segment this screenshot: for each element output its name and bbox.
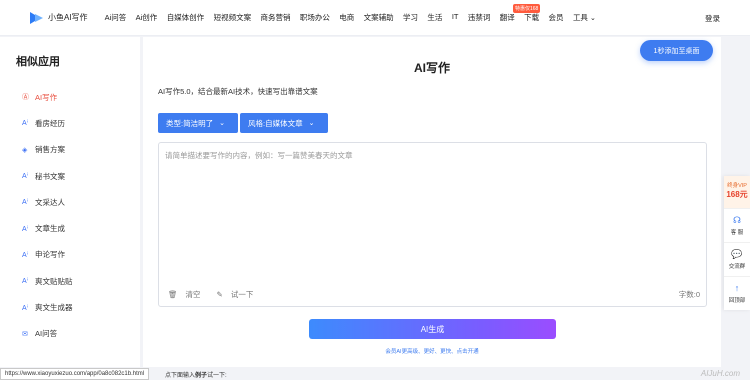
try-button[interactable]: ✎ 试一下 — [217, 289, 262, 300]
logo-icon — [30, 11, 44, 25]
headset-icon: ☊ — [733, 215, 741, 225]
status-url: https://www.xiaoyuxiezuo.com/app/0a8c082… — [0, 368, 150, 380]
back-to-top-button[interactable]: ↑ 回顶部 — [724, 276, 750, 310]
top-nav: 小鱼AI写作 Ai问答 Ai创作 自媒体创作 短视频文案 商务营销 职场办公 电… — [0, 0, 750, 36]
nav-item-study[interactable]: 学习 — [403, 12, 418, 23]
sidebar-item-ai-writing[interactable]: Ⓐ AI写作 — [22, 84, 73, 110]
watermark: AIJuH.com — [700, 369, 740, 378]
sidebar-item-sales-plan[interactable]: ◈ 销售方案 — [22, 137, 73, 163]
nav-item-member[interactable]: 会员 — [549, 12, 564, 23]
sidebar-item-secretary[interactable]: Aⁱ 秘书文案 — [22, 163, 73, 189]
similar-apps-sidebar: 相似应用 Ⓐ AI写作 Aⁱ 看房经历 ◈ 销售方案 Aⁱ 秘书文案 Aⁱ 文采达人 Aⁱ… — [0, 37, 140, 367]
prompt-placeholder: 请简单描述要写作的内容，例如：写一篇赞美春天的文章 — [165, 151, 353, 160]
chat-bubble-icon: 💬 — [731, 249, 743, 259]
ai-spark-icon: Aⁱ — [22, 278, 28, 286]
ai-generate-button[interactable]: AI生成 — [309, 319, 556, 339]
ai-circle-icon: Ⓐ — [22, 94, 29, 102]
sidebar-item-article-gen[interactable]: Aⁱ 文章生成 — [22, 215, 73, 241]
sidebar-item-ai-qa[interactable]: ✉ AI问答 — [22, 321, 73, 347]
logo[interactable]: 小鱼AI写作 — [30, 11, 88, 25]
ai-spark-icon: Aⁱ — [22, 120, 28, 128]
nav-item-ecommerce[interactable]: 电商 — [339, 12, 354, 23]
login-link[interactable]: 登录 — [705, 13, 720, 24]
nav-item-marketing[interactable]: 商务营销 — [260, 12, 290, 23]
sidebar-list: Ⓐ AI写作 Aⁱ 看房经历 ◈ 销售方案 Aⁱ 秘书文案 Aⁱ 文采达人 Aⁱ 文章生成 … — [22, 84, 73, 347]
customer-service-button[interactable]: ☊ 客 服 — [724, 208, 750, 242]
pen-icon: ✎ — [216, 290, 223, 299]
sidebar-item-shuangwen-gen[interactable]: Aⁱ 爽文生成器 — [22, 294, 73, 320]
group-button[interactable]: 💬 交流群 — [724, 242, 750, 276]
arrow-up-icon: ↑ — [734, 283, 740, 293]
nav-item-download[interactable]: 下载 — [524, 12, 539, 23]
member-promo-badge: 特惠仅168 — [513, 4, 541, 13]
type-dropdown-label: 类型:简洁明了 — [166, 118, 214, 128]
clear-button[interactable]: 🗑 清空 — [168, 289, 209, 300]
nav-item-it[interactable]: IT — [452, 12, 459, 23]
style-dropdown-label: 风格:自媒体文章 — [248, 118, 303, 128]
add-to-desktop-button[interactable]: 1秒添加至桌面 — [640, 40, 713, 61]
nav-item-office[interactable]: 职场办公 — [300, 12, 330, 23]
sidebar-item-shuangwen-tie[interactable]: Aⁱ 爽文贴贴贴 — [22, 268, 73, 294]
type-dropdown[interactable]: 类型:简洁明了 ⌄ — [158, 113, 238, 133]
intro-text: AI写作5.0，结合最新AI技术，快速写出靠谱文案 — [158, 87, 318, 96]
page-title: AI写作 — [413, 61, 450, 75]
trash-icon: 🗑 — [168, 290, 178, 299]
ai-spark-icon: Aⁱ — [22, 225, 28, 233]
nav-item-self-media[interactable]: 自媒体创作 — [167, 12, 205, 23]
nav-item-ai-qa[interactable]: Ai问答 — [105, 12, 127, 23]
ai-spark-icon: Aⁱ — [22, 251, 28, 259]
textarea-actions: 🗑 清空 ✎ 试一下 — [168, 289, 269, 300]
style-dropdown[interactable]: 风格:自媒体文章 ⌄ — [240, 113, 328, 133]
nav-item-translate[interactable]: 翻译 — [500, 12, 515, 23]
sidebar-item-literary[interactable]: Aⁱ 文采达人 — [22, 189, 73, 215]
prompt-textarea[interactable]: 请简单描述要写作的内容，例如：写一篇赞美春天的文章 🗑 清空 ✎ 试一下 字数:0 — [158, 142, 707, 307]
char-counter: 字数:0 — [678, 290, 700, 299]
ai-spark-icon: Aⁱ — [22, 199, 28, 207]
chevron-down-icon: ⌄ — [308, 120, 315, 127]
logo-text: 小鱼AI写作 — [48, 13, 88, 22]
ai-spark-icon: Aⁱ — [22, 304, 28, 312]
nav-item-short-video[interactable]: 短视频文案 — [214, 12, 252, 23]
nav-item-banned-words[interactable]: 违禁词 — [468, 12, 491, 23]
nav-item-tools[interactable]: 工具 — [573, 12, 596, 23]
vip-promo[interactable]: 终身VIP 168元 — [724, 176, 750, 208]
chat-icon: ✉ — [22, 330, 28, 338]
right-float-bar: 终身VIP 168元 ☊ 客 服 💬 交流群 ↑ 回顶部 — [724, 176, 750, 310]
chevron-down-icon: ⌄ — [219, 120, 225, 127]
layers-icon: ◈ — [22, 146, 28, 154]
nav-item-copy-assist[interactable]: 文案辅助 — [364, 12, 394, 23]
sidebar-item-house-viewing[interactable]: Aⁱ 看房经历 — [22, 110, 73, 136]
sidebar-title: 相似应用 — [16, 56, 60, 68]
member-upgrade-link[interactable]: 会员AI更高级、更好、更快、点击开通 — [143, 347, 721, 355]
example-hint: 点下面输入例子试一下: — [165, 373, 227, 379]
ai-spark-icon: Aⁱ — [22, 173, 28, 181]
sidebar-item-essay[interactable]: Aⁱ 申论写作 — [22, 242, 73, 268]
nav-item-ai-create[interactable]: Ai创作 — [136, 12, 158, 23]
nav-item-life[interactable]: 生活 — [427, 12, 442, 23]
main-panel: AI写作 AI写作5.0，结合最新AI技术，快速写出靠谱文案 类型:简洁明了 ⌄… — [143, 37, 721, 367]
main-nav: Ai问答 Ai创作 自媒体创作 短视频文案 商务营销 职场办公 电商 文案辅助 … — [105, 12, 606, 23]
